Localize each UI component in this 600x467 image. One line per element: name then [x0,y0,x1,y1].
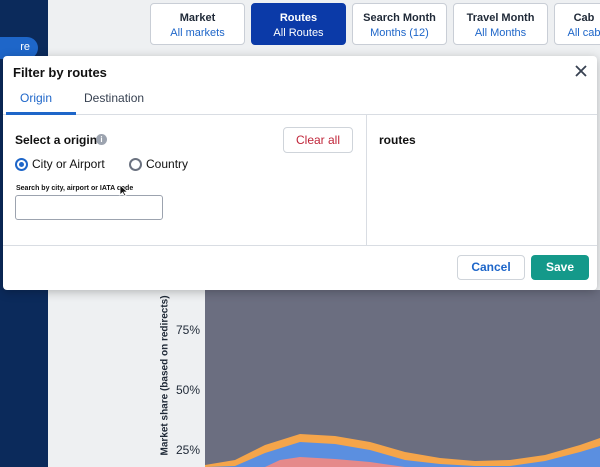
filter-routes-modal: Filter by routes Origin Destination Sele… [3,56,597,290]
radio-selected-icon [15,157,28,171]
y-tick-label: 75% [175,323,200,337]
radio-city-or-airport[interactable]: City or Airport [15,157,105,171]
cancel-button[interactable]: Cancel [457,255,525,280]
close-icon[interactable] [573,63,589,79]
filter-value: Months (12) [370,27,429,39]
routes-title: routes [379,133,416,147]
mouse-pointer-icon [119,184,129,200]
filter-title: Market [179,12,216,24]
filter-title: Cab [573,12,595,24]
filter-title: Search Month [363,12,436,24]
filter-travel-month[interactable]: Travel Month All Months [453,3,548,45]
select-origin-title: Select a origin [15,133,98,147]
filter-value: All cab [567,27,600,39]
chart-plot-area [205,290,600,467]
clear-all-button[interactable]: Clear all [283,127,353,153]
filter-title: Travel Month [466,12,535,24]
tab-destination[interactable]: Destination [84,91,144,105]
y-tick-label: 25% [175,443,200,457]
filter-title: Routes [279,12,318,24]
origin-selector-pane: Select a origin i Clear all City or Airp… [3,115,367,245]
radio-country[interactable]: Country [129,157,188,171]
modal-title: Filter by routes [13,65,107,80]
radio-unselected-icon [129,157,142,171]
filter-bar: Market All markets Routes All Routes Sea… [150,3,600,47]
filter-routes[interactable]: Routes All Routes [251,3,346,45]
modal-footer: Cancel Save [3,245,597,290]
radio-label: Country [146,157,189,171]
filter-search-month[interactable]: Search Month Months (12) [352,3,447,45]
y-axis-title: Market share (based on redirects) [159,295,171,456]
filter-value: All Months [474,27,527,39]
filter-cabin[interactable]: Cab All cab [554,3,600,45]
filter-value: All Routes [273,27,324,39]
area-chart-svg [205,434,600,467]
filter-value: All markets [170,27,225,39]
chart-y-axis-label: Market share (based on redirects) [145,295,171,467]
selected-routes-pane: routes [367,115,597,245]
info-icon[interactable]: i [96,134,107,145]
radio-label: City or Airport [32,157,105,171]
tab-origin[interactable]: Origin [20,91,52,105]
search-field-label: Search by city, airport or IATA code [16,185,134,192]
save-button[interactable]: Save [531,255,589,280]
y-tick-label: 50% [175,383,200,397]
modal-tabs: Origin Destination [3,90,597,115]
origin-search-input[interactable] [15,195,163,220]
filter-market[interactable]: Market All markets [150,3,245,45]
